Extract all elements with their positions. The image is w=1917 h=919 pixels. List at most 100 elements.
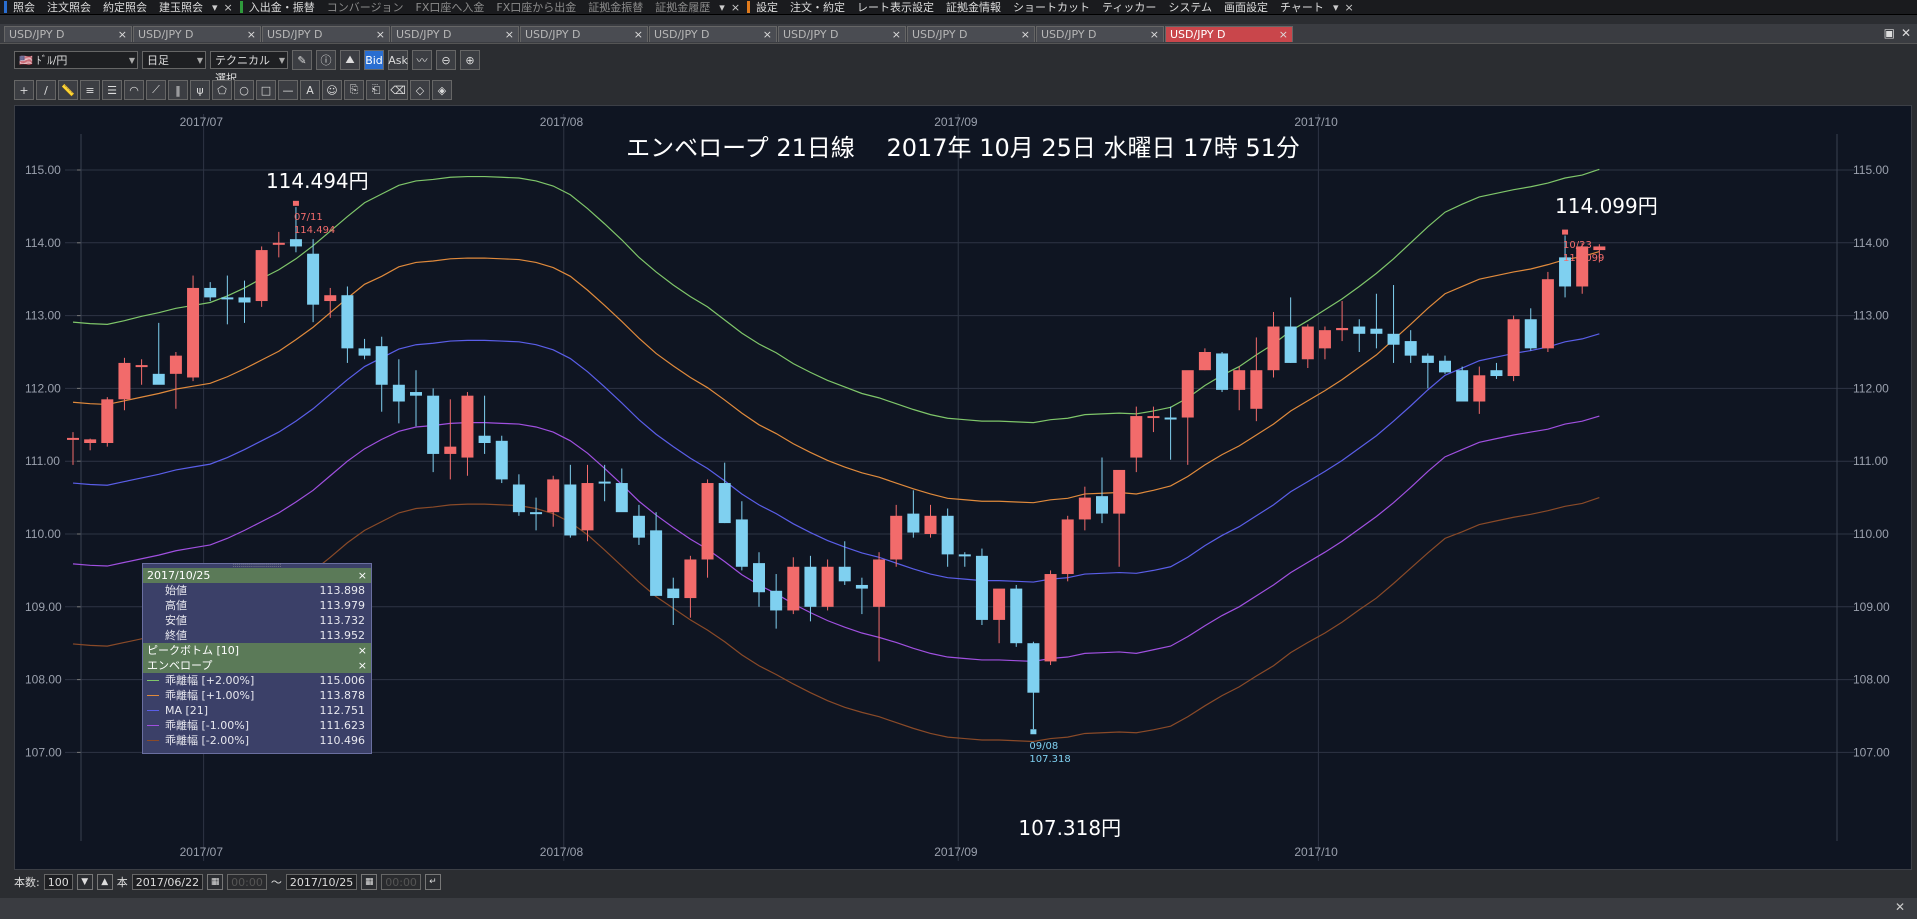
candle-body <box>890 515 903 560</box>
close-icon[interactable]: ✕ <box>1901 26 1911 40</box>
chart-tab[interactable]: USD/JPY D × <box>1165 26 1293 42</box>
close-icon[interactable]: × <box>1021 27 1030 43</box>
eraser-all-icon[interactable]: ◈ <box>432 80 452 100</box>
menu-item[interactable]: 証拠金振替 <box>582 0 649 15</box>
from-date-input[interactable]: 2017/06/22 <box>131 874 204 890</box>
chart-tab[interactable]: USD/JPY D × <box>520 26 648 42</box>
menu-item[interactable]: 証拠金履歴 <box>649 0 716 15</box>
chart-tab[interactable]: USD/JPY D × <box>262 26 390 42</box>
mountain-chart-icon[interactable]: ⛰ <box>340 50 360 70</box>
menu-item[interactable]: 注文照会 <box>41 0 97 15</box>
from-time-input[interactable]: 00:00 <box>227 874 267 890</box>
delete-icon[interactable]: ⌫ <box>388 80 408 100</box>
timeframe-select[interactable]: 日足 <box>142 51 206 70</box>
menu-item[interactable]: 建玉照会 <box>153 0 209 15</box>
chart-tab[interactable]: USD/JPY D × <box>778 26 906 42</box>
menu-item[interactable]: コンバージョン <box>321 0 410 15</box>
menu-item[interactable]: 証拠金情報 <box>940 0 1007 15</box>
text-icon[interactable]: A <box>300 80 320 100</box>
maximize-icon[interactable]: ▣ <box>1884 26 1895 40</box>
menu-item[interactable]: 入出金・振替 <box>243 0 321 15</box>
close-icon[interactable]: × <box>358 658 367 673</box>
chart-tab[interactable]: USD/JPY D × <box>649 26 777 42</box>
info-panel[interactable]: :::::::::::::::::::::::: 2017/10/25 × 始値 1… <box>142 563 372 754</box>
info-icon[interactable]: ⓘ <box>316 50 336 70</box>
menu-dropdown-icon[interactable]: ▾ <box>209 1 221 14</box>
return-icon[interactable]: ↵ <box>424 874 441 890</box>
crosshair-icon[interactable]: + <box>14 80 34 100</box>
chart-tab[interactable]: USD/JPY D × <box>4 26 132 42</box>
pentagon-icon[interactable]: ⬠ <box>212 80 232 100</box>
circle-icon[interactable]: ○ <box>234 80 254 100</box>
to-date-input[interactable]: 2017/10/25 <box>285 874 358 890</box>
close-icon[interactable]: × <box>728 1 743 14</box>
menu-item[interactable]: 画面設定 <box>1218 0 1274 15</box>
trendline-icon[interactable]: / <box>36 80 56 100</box>
menu-item[interactable]: チャート <box>1274 0 1330 15</box>
menu-item[interactable]: FX口座から出金 <box>490 0 582 15</box>
close-icon[interactable]: × <box>1341 1 1356 14</box>
menu-item[interactable]: 照会 <box>7 0 41 15</box>
candle-body <box>770 590 783 611</box>
currency-pair-select[interactable]: 🇺🇸 ﾄﾞﾙ/円 <box>14 51 138 70</box>
technical-select[interactable]: テクニカル選択 <box>210 51 288 85</box>
menu-item[interactable]: システム <box>1162 0 1218 15</box>
envelope-row: 乖離幅 [+1.00%] 113.878 <box>143 688 371 703</box>
menu-item[interactable]: 設定 <box>750 0 784 15</box>
zoom-in-icon[interactable]: ⊕ <box>460 50 480 70</box>
zoom-out-icon[interactable]: ⊖ <box>436 50 456 70</box>
envelope-row: MA [21] 112.751 <box>143 703 371 718</box>
menu-item[interactable]: FX口座へ入金 <box>410 0 491 15</box>
chart-tab[interactable]: USD/JPY D × <box>1036 26 1164 42</box>
vertical-lines-icon[interactable]: ‖ <box>168 80 188 100</box>
chart-tab[interactable]: USD/JPY D × <box>907 26 1035 42</box>
menu-item[interactable]: 約定照会 <box>97 0 153 15</box>
menu-item[interactable]: レート表示設定 <box>851 0 940 15</box>
close-icon[interactable]: × <box>892 27 901 43</box>
up-icon[interactable]: ▲ <box>96 874 113 890</box>
eraser-icon[interactable]: ◇ <box>410 80 430 100</box>
bid-button[interactable]: Bid <box>364 50 384 70</box>
calendar-icon[interactable]: ▦ <box>361 874 378 890</box>
ask-button[interactable]: Ask <box>388 50 408 70</box>
count-input[interactable]: 100 <box>43 874 73 890</box>
close-icon[interactable]: × <box>376 27 385 43</box>
paste-icon[interactable]: ⎗ <box>366 80 386 100</box>
fibonacci-icon[interactable]: ☰ <box>102 80 122 100</box>
chart-area[interactable]: 115.00 115.00 114.00 114.00 113.00 113.00 112.… <box>14 105 1912 870</box>
menu-item[interactable]: ショートカット <box>1007 0 1096 15</box>
hline-icon[interactable]: — <box>278 80 298 100</box>
line-chart-icon[interactable]: 〰 <box>412 50 432 70</box>
close-icon[interactable]: × <box>118 27 127 43</box>
close-icon[interactable]: × <box>221 1 236 14</box>
chart-tab[interactable]: USD/JPY D × <box>391 26 519 42</box>
close-icon[interactable]: × <box>358 568 367 583</box>
line-swatch <box>147 725 159 726</box>
close-icon[interactable]: × <box>505 27 514 43</box>
close-icon[interactable]: × <box>358 643 367 658</box>
dropdown-icon[interactable]: ▼ <box>76 874 93 890</box>
close-icon[interactable]: × <box>634 27 643 43</box>
fan-icon[interactable]: ⟋ <box>146 80 166 100</box>
ruler-icon[interactable]: 📏 <box>58 80 78 100</box>
close-icon[interactable]: × <box>247 27 256 43</box>
menu-dropdown-icon[interactable]: ▾ <box>716 1 728 14</box>
menu-dropdown-icon[interactable]: ▾ <box>1330 1 1342 14</box>
fib-arc-icon[interactable]: ◠ <box>124 80 144 100</box>
pen-icon[interactable]: ✎ <box>292 50 312 70</box>
pitchfork-icon[interactable]: ψ <box>190 80 210 100</box>
close-icon[interactable]: × <box>1150 27 1159 43</box>
to-time-input[interactable]: 00:00 <box>381 874 421 890</box>
close-icon[interactable]: ✕ <box>1895 900 1905 914</box>
calendar-icon[interactable]: ▦ <box>207 874 224 890</box>
chart-tab[interactable]: USD/JPY D × <box>133 26 261 42</box>
stamp-icon[interactable]: ☺ <box>322 80 342 100</box>
parallel-lines-icon[interactable]: ≡ <box>80 80 100 100</box>
menu-item[interactable]: 注文・約定 <box>784 0 851 15</box>
close-icon[interactable]: × <box>763 27 772 43</box>
copy-icon[interactable]: ⎘ <box>344 80 364 100</box>
candle-body <box>307 253 320 305</box>
menu-item[interactable]: ティッカー <box>1096 0 1162 15</box>
rectangle-icon[interactable]: □ <box>256 80 276 100</box>
close-icon[interactable]: × <box>1279 27 1288 43</box>
